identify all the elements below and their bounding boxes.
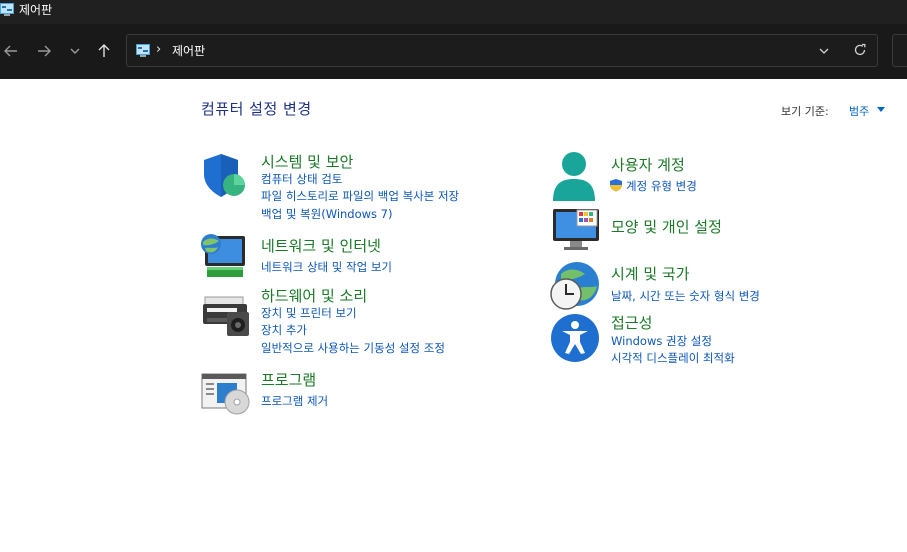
link-change-account-type[interactable]: 계정 유형 변경: [626, 178, 697, 194]
link-uninstall-program[interactable]: 프로그램 제거: [261, 393, 328, 409]
shield-icon[interactable]: [201, 152, 249, 200]
back-button[interactable]: [0, 40, 22, 62]
link-add-device[interactable]: 장치 추가: [261, 322, 307, 338]
chevron-down-icon[interactable]: [818, 45, 830, 57]
category-hardware-sound[interactable]: 하드웨어 및 소리: [261, 285, 367, 306]
link-file-history-backup[interactable]: 파일 히스토리로 파일의 백업 복사본 저장: [261, 188, 459, 204]
monitor-personalize-icon[interactable]: [551, 207, 601, 251]
breadcrumb-separator[interactable]: ›: [156, 42, 161, 57]
refresh-icon[interactable]: [853, 43, 867, 57]
link-devices-printers[interactable]: 장치 및 프린터 보기: [261, 305, 357, 321]
user-icon[interactable]: [551, 151, 597, 203]
link-review-computer-status[interactable]: 컴퓨터 상태 검토: [261, 171, 342, 187]
programs-icon[interactable]: [201, 372, 251, 416]
arrow-left-icon: [4, 45, 17, 57]
arrow-right-icon: [38, 45, 51, 57]
link-mobility-settings[interactable]: 일반적으로 사용하는 기동성 설정 조정: [261, 340, 445, 356]
forward-button[interactable]: [33, 40, 55, 62]
arrow-up-icon: [98, 44, 110, 57]
control-panel-icon: [0, 3, 14, 16]
address-bar[interactable]: › 제어판: [126, 34, 878, 67]
category-user-accounts[interactable]: 사용자 계정: [611, 154, 685, 175]
clock-globe-icon[interactable]: [549, 260, 601, 312]
link-date-time-format[interactable]: 날짜, 시간 또는 숫자 형식 변경: [611, 288, 760, 304]
accessibility-icon[interactable]: [550, 313, 600, 363]
page-title: 컴퓨터 설정 변경: [201, 100, 312, 118]
link-windows-recommended-settings[interactable]: Windows 권장 설정: [611, 333, 712, 349]
window-title: 제어판: [19, 3, 53, 17]
network-icon[interactable]: [199, 232, 249, 280]
printer-speaker-icon[interactable]: [201, 294, 251, 338]
category-appearance-personalization[interactable]: 모양 및 개인 설정: [611, 216, 722, 237]
category-ease-of-access[interactable]: 접근성: [611, 312, 652, 333]
view-by-label: 보기 기준:: [781, 105, 829, 118]
link-network-status[interactable]: 네트워크 상태 및 작업 보기: [261, 259, 392, 275]
category-system-security[interactable]: 시스템 및 보안: [261, 151, 353, 172]
breadcrumb-control-panel[interactable]: 제어판: [172, 42, 205, 59]
control-panel-icon: [136, 44, 150, 57]
category-network-internet[interactable]: 네트워크 및 인터넷: [261, 235, 381, 256]
link-optimize-visual-display[interactable]: 시각적 디스플레이 최적화: [611, 350, 735, 366]
category-programs[interactable]: 프로그램: [261, 369, 316, 390]
category-clock-region[interactable]: 시계 및 국가: [611, 263, 690, 284]
dropdown-caret-icon[interactable]: [877, 107, 885, 112]
search-box[interactable]: [892, 34, 907, 67]
uac-shield-icon: [610, 179, 622, 192]
link-backup-restore[interactable]: 백업 및 복원(Windows 7): [261, 206, 393, 222]
chevron-down-icon: [70, 48, 80, 54]
up-button[interactable]: [93, 40, 115, 62]
recent-locations-button[interactable]: [64, 40, 86, 62]
navigation-bar: › 제어판: [0, 24, 907, 79]
title-bar: 제어판: [0, 0, 907, 24]
view-by-dropdown[interactable]: 범주: [849, 103, 869, 119]
